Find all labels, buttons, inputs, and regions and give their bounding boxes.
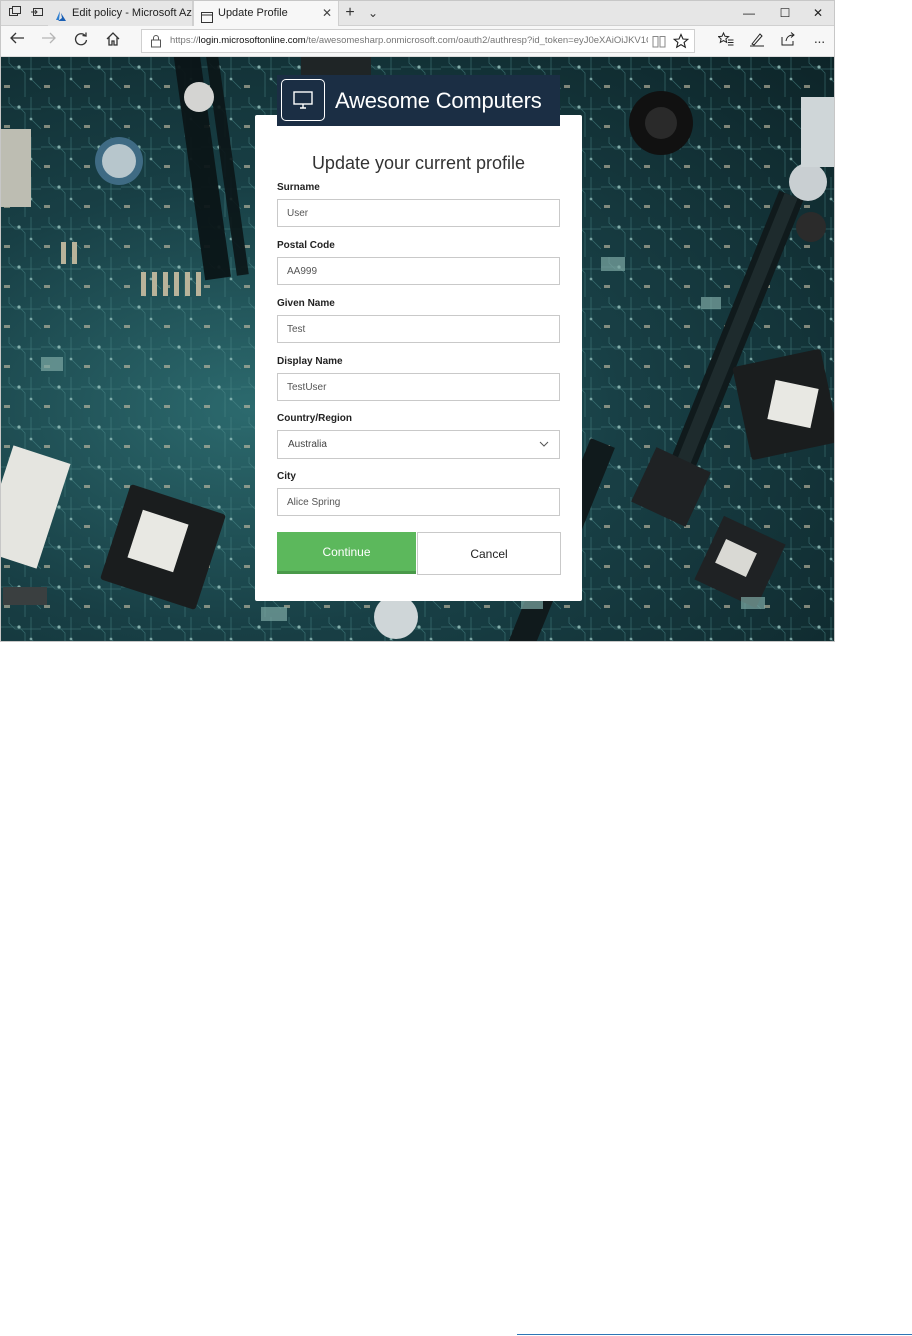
city-input[interactable] xyxy=(277,488,560,516)
country-region-select[interactable]: Australia xyxy=(277,430,560,459)
tab-edit-policy[interactable]: Edit policy - Microsoft Azure xyxy=(48,1,193,26)
new-tab-button[interactable]: + xyxy=(342,5,358,21)
brand-name: Awesome Computers xyxy=(335,88,542,113)
azure-logo-icon xyxy=(55,7,67,26)
home-icon[interactable] xyxy=(101,31,125,51)
given-name-input[interactable] xyxy=(277,315,560,343)
page-title: Update your current profile xyxy=(311,153,526,173)
given-name-label: Given Name xyxy=(277,298,335,309)
surname-input[interactable] xyxy=(277,199,560,227)
url-text: https://login.microsoftonline.com/te/awe… xyxy=(170,35,648,46)
display-name-label: Display Name xyxy=(277,356,343,367)
brand-logo xyxy=(281,79,325,121)
footer-divider-line xyxy=(517,1334,912,1335)
chevron-down-icon xyxy=(539,431,549,458)
set-tabs-aside-icon[interactable] xyxy=(29,5,45,21)
tab-update-profile[interactable]: Update Profile ✕ xyxy=(193,1,339,27)
chevron-down-icon[interactable]: ⌄ xyxy=(365,5,381,21)
monitor-icon xyxy=(293,91,313,114)
page-icon xyxy=(201,8,213,27)
favorite-star-icon[interactable] xyxy=(672,33,690,54)
continue-button[interactable]: Continue xyxy=(277,532,416,574)
lock-icon xyxy=(150,34,162,53)
maximize-button[interactable]: ☐ xyxy=(768,1,802,26)
update-profile-card: Update your current profile Surname Post… xyxy=(255,115,582,601)
close-tab-icon[interactable]: ✕ xyxy=(322,1,332,26)
country-region-label: Country/Region xyxy=(277,413,352,424)
refresh-icon[interactable] xyxy=(69,31,93,51)
surname-label: Surname xyxy=(277,182,320,193)
postal-code-input[interactable] xyxy=(277,257,560,285)
city-label: City xyxy=(277,471,296,482)
close-window-button[interactable]: ✕ xyxy=(801,1,834,26)
tab-bar: Edit policy - Microsoft Azure Update Pro… xyxy=(1,1,834,27)
navigation-bar: https://login.microsoftonline.com/te/awe… xyxy=(1,26,834,57)
more-menu-icon[interactable]: ··· xyxy=(807,31,831,51)
forward-button[interactable] xyxy=(37,31,61,51)
display-name-input[interactable] xyxy=(277,373,560,401)
page-viewport: Awesome Computers Update your current pr… xyxy=(1,57,834,641)
tab-title: Edit policy - Microsoft Azure xyxy=(72,7,192,19)
cancel-button[interactable]: Cancel xyxy=(417,532,561,575)
share-icon[interactable] xyxy=(776,31,800,51)
favorites-hub-icon[interactable] xyxy=(714,31,738,51)
brand-banner: Awesome Computers xyxy=(277,75,560,126)
tab-title: Update Profile xyxy=(218,7,288,19)
tab-actions-icon[interactable] xyxy=(7,5,23,21)
minimize-button[interactable]: — xyxy=(732,1,766,26)
back-button[interactable] xyxy=(5,31,29,51)
pen-notes-icon[interactable] xyxy=(745,31,769,51)
postal-code-label: Postal Code xyxy=(277,240,335,251)
country-region-value: Australia xyxy=(288,439,327,450)
reading-view-icon[interactable] xyxy=(652,35,666,53)
browser-window: Edit policy - Microsoft Azure Update Pro… xyxy=(0,0,835,642)
address-bar[interactable]: https://login.microsoftonline.com/te/awe… xyxy=(141,29,695,53)
